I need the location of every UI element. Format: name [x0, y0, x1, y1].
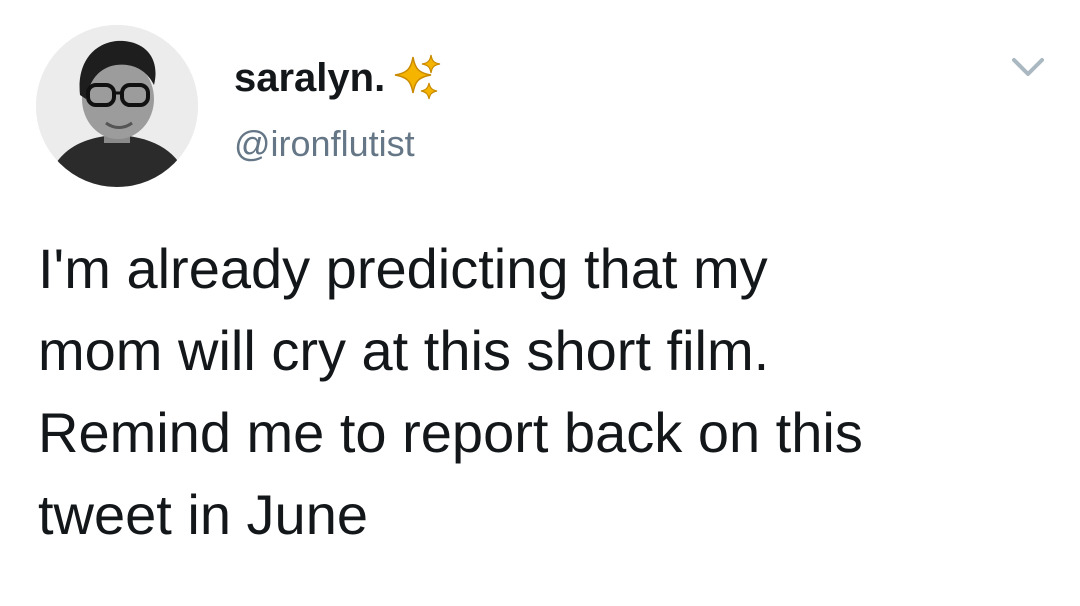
avatar[interactable] — [36, 25, 198, 187]
chevron-down-icon[interactable] — [1010, 54, 1046, 80]
name-row: saralyn. — [234, 48, 443, 108]
sparkles-icon — [395, 54, 441, 100]
tweet-header: saralyn. @ironflutist — [234, 48, 443, 168]
avatar-photo-icon — [36, 25, 198, 187]
user-handle[interactable]: @ironflutist — [234, 120, 443, 168]
tweet-card: saralyn. @ironflutist I'm already predic… — [0, 0, 1080, 606]
display-name[interactable]: saralyn. — [234, 48, 385, 108]
tweet-text: I'm already predicting that my mom will … — [38, 237, 863, 546]
